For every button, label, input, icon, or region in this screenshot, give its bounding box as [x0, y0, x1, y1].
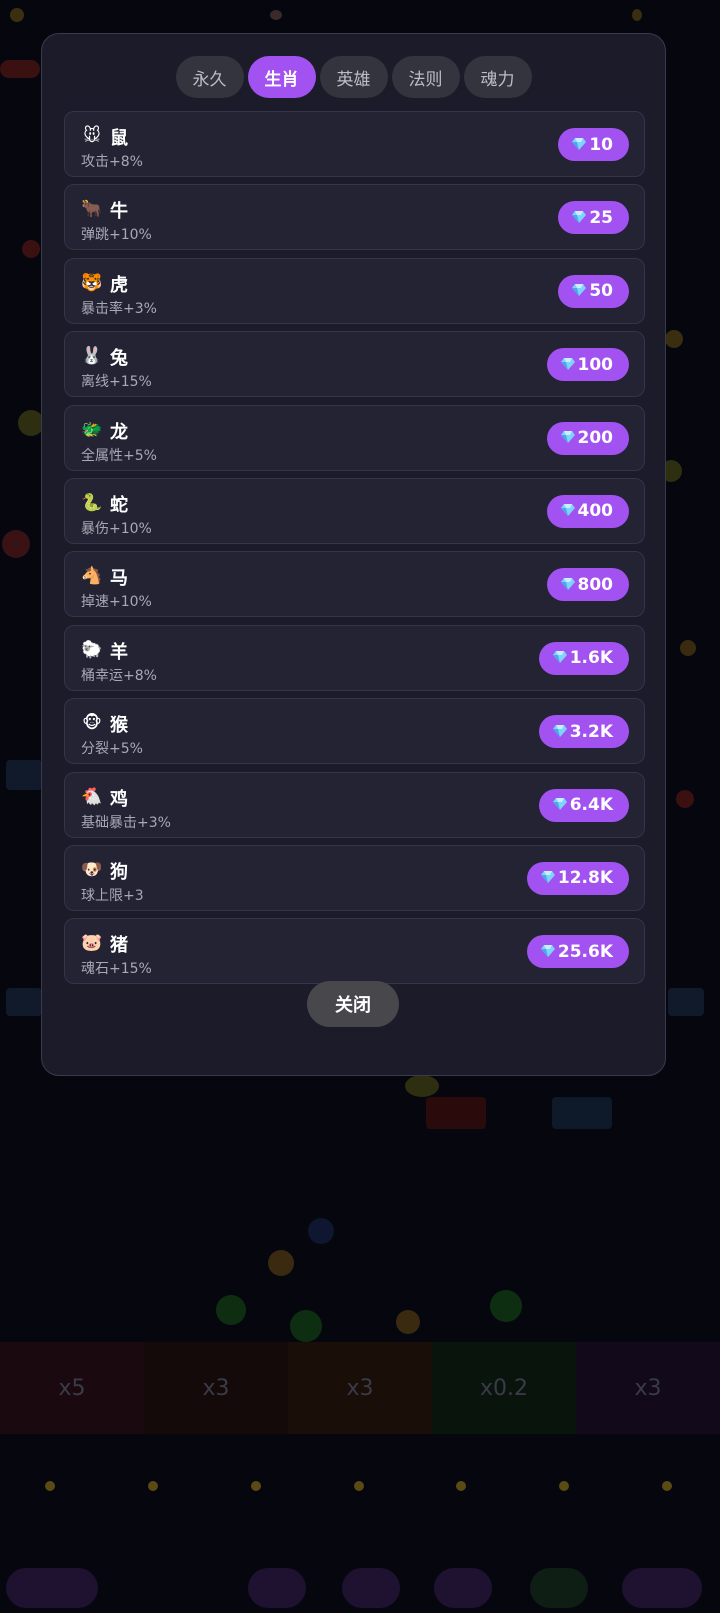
zodiac-bonus: 桶幸运+8%	[81, 667, 157, 684]
bottom-toolbar	[0, 1568, 720, 1608]
diamond-icon	[560, 355, 578, 375]
zodiac-bonus: 暴伤+10%	[81, 520, 152, 537]
close-button[interactable]: 关闭	[307, 981, 399, 1027]
zodiac-shop-modal: 永久 生肖 英雄 法则 魂力 🐭 鼠攻击+8% 10 🐂 牛弹跳+10% 25 🐯 虎暴击率+3% 50…	[41, 33, 666, 1076]
diamond-icon	[560, 428, 578, 448]
zodiac-name: 虎	[110, 274, 128, 296]
tab-soul-power[interactable]: 魂力	[463, 56, 532, 98]
diamond-icon	[540, 942, 558, 962]
zodiac-item-row: 🐶 狗球上限+3 12.8K	[64, 844, 645, 911]
zodiac-item-row: 🐴 马掉速+10% 800	[64, 551, 645, 618]
rabbit-icon: 🐰	[81, 346, 103, 367]
tab-hero[interactable]: 英雄	[319, 56, 388, 98]
tab-rules[interactable]: 法则	[391, 56, 460, 98]
diamond-icon	[540, 868, 558, 888]
zodiac-bonus: 掉速+10%	[81, 594, 152, 611]
tab-bar: 永久 生肖 英雄 法则 魂力	[42, 56, 665, 98]
price-value: 25.6K	[557, 941, 613, 962]
price-value: 25	[589, 207, 613, 228]
zodiac-item-row: 🐑 羊桶幸运+8% 1.6K	[64, 624, 645, 691]
zodiac-name: 猪	[110, 935, 128, 957]
dog-icon: 🐶	[81, 859, 103, 880]
buy-button[interactable]: 3.2K	[538, 715, 629, 749]
diamond-icon	[560, 501, 578, 521]
buy-button[interactable]: 25.6K	[526, 935, 629, 969]
price-value: 400	[577, 501, 614, 522]
zodiac-item-row: 🐔 鸡基础暴击+3% 6.4K	[64, 771, 645, 838]
rat-icon: 🐭	[83, 126, 101, 146]
price-value: 1.6K	[569, 648, 613, 669]
zodiac-bonus: 离线+15%	[81, 374, 152, 391]
pig-icon: 🐷	[81, 933, 103, 954]
multiplier-row: x5 x3 x3 x0.2 x3	[0, 1342, 720, 1434]
buy-button[interactable]: 25	[558, 201, 629, 235]
zodiac-bonus: 基础暴击+3%	[81, 814, 171, 831]
diamond-icon	[552, 648, 570, 668]
buy-button[interactable]: 400	[546, 494, 629, 528]
goat-icon: 🐑	[81, 639, 103, 660]
zodiac-name: 兔	[110, 348, 128, 370]
snake-icon: 🐍	[81, 492, 103, 513]
buy-button[interactable]: 6.4K	[538, 788, 629, 822]
price-value: 10	[589, 134, 613, 155]
diamond-icon	[572, 281, 589, 301]
zodiac-bonus: 全属性+5%	[81, 447, 157, 464]
price-value: 50	[589, 281, 613, 302]
tiger-icon: 🐯	[81, 272, 103, 293]
zodiac-bonus: 暴击率+3%	[81, 300, 157, 317]
diamond-icon	[572, 208, 589, 228]
zodiac-item-row: 🐍 蛇暴伤+10% 400	[64, 477, 645, 544]
zodiac-name: 牛	[110, 201, 128, 223]
diamond-icon	[572, 135, 589, 155]
price-value: 12.8K	[557, 868, 613, 889]
buy-button[interactable]: 200	[546, 421, 629, 455]
zodiac-name: 马	[110, 568, 128, 590]
diamond-icon	[560, 575, 578, 595]
price-value: 800	[577, 574, 614, 595]
buy-button[interactable]: 800	[546, 568, 629, 602]
upgrade-stats-row	[0, 1478, 720, 1538]
buy-button[interactable]: 100	[546, 348, 629, 382]
monkey-icon: 🐵	[82, 713, 102, 734]
zodiac-name: 鸡	[110, 788, 128, 810]
tab-zodiac[interactable]: 生肖	[247, 56, 316, 98]
price-value: 100	[577, 354, 614, 375]
price-value: 200	[577, 428, 614, 449]
buy-button[interactable]: 1.6K	[538, 641, 629, 675]
zodiac-item-row: 🐲 龙全属性+5% 200	[64, 404, 645, 471]
ox-icon: 🐂	[81, 199, 103, 220]
zodiac-bonus: 分裂+5%	[81, 741, 143, 758]
zodiac-name: 羊	[110, 641, 128, 663]
zodiac-bonus: 攻击+8%	[81, 154, 143, 170]
price-value: 3.2K	[569, 721, 613, 742]
tab-permanent[interactable]: 永久	[175, 56, 244, 98]
zodiac-item-row: 🐵 猴分裂+5% 3.2K	[64, 698, 645, 765]
zodiac-bonus: 弹跳+10%	[81, 227, 152, 244]
zodiac-bonus: 球上限+3	[81, 887, 144, 904]
zodiac-name: 龙	[110, 421, 128, 443]
horse-icon: 🐴	[81, 566, 103, 587]
buy-button[interactable]: 50	[558, 274, 629, 308]
diamond-icon	[552, 722, 570, 742]
price-value: 6.4K	[569, 795, 613, 816]
buy-button[interactable]: 12.8K	[526, 861, 629, 895]
dragon-icon: 🐲	[81, 419, 103, 440]
zodiac-name: 猴	[110, 715, 128, 737]
zodiac-bonus: 魂石+15%	[81, 961, 152, 978]
zodiac-item-row: 🐯 虎暴击率+3% 50	[64, 257, 645, 324]
zodiac-item-list: 🐭 鼠攻击+8% 10 🐂 牛弹跳+10% 25 🐯 虎暴击率+3% 50 🐰 兔离线+15% 100…	[64, 111, 645, 992]
zodiac-item-row: 🐷 猪魂石+15% 25.6K	[64, 918, 645, 985]
zodiac-item-row: 🐰 兔离线+15% 100	[64, 331, 645, 398]
rooster-icon: 🐔	[81, 786, 103, 807]
diamond-icon	[552, 795, 570, 815]
zodiac-item-row: 🐭 鼠攻击+8% 10	[64, 111, 645, 177]
zodiac-item-row: 🐂 牛弹跳+10% 25	[64, 184, 645, 251]
zodiac-name: 蛇	[110, 494, 128, 516]
buy-button[interactable]: 10	[558, 128, 629, 161]
zodiac-name: 狗	[110, 861, 128, 883]
zodiac-name: 鼠	[110, 128, 128, 149]
